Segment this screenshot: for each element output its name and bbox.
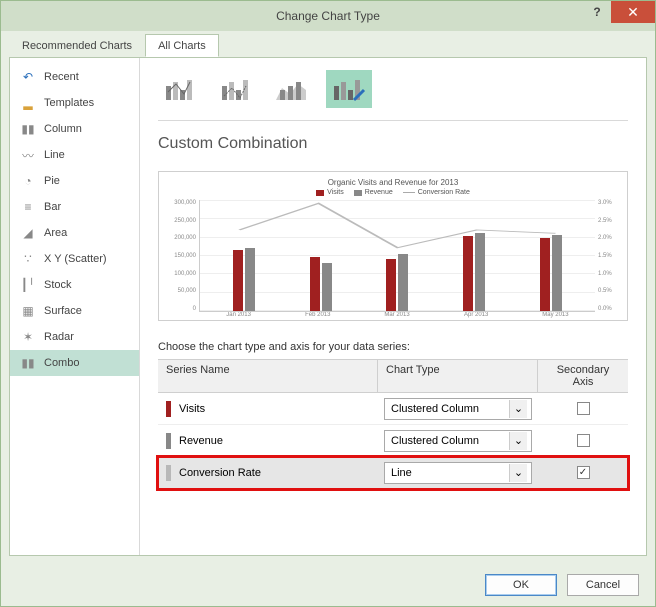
dialog-body: ↶ Recent ▂ Templates ▮▮ Column 〰 Line ◔ Pie ≡… [9, 57, 647, 556]
y-axis-secondary: 3.0% 2.5% 2.0% 1.5% 1.0% 0.5% 0.0% [595, 200, 617, 312]
dialog-window: Change Chart Type ? ✕ Recommended Charts… [0, 0, 656, 607]
surface-icon: ▦ [20, 303, 36, 319]
series-swatch [166, 433, 171, 449]
chevron-down-icon: ⌄ [509, 432, 527, 450]
series-name-label: Conversion Rate [179, 467, 261, 479]
combo-icon: ▮▮ [20, 355, 36, 371]
tab-all-charts[interactable]: All Charts [145, 34, 219, 57]
sidebar-item-label: Combo [44, 357, 79, 369]
cancel-button[interactable]: Cancel [567, 574, 639, 596]
tab-recommended[interactable]: Recommended Charts [9, 34, 145, 57]
secondary-axis-checkbox[interactable] [577, 434, 590, 447]
series-name-label: Visits [179, 403, 205, 415]
sidebar-item-radar[interactable]: ✶ Radar [10, 324, 139, 350]
series-grid: Series Name Chart Type Secondary Axis Vi… [158, 359, 628, 489]
secondary-axis-checkbox[interactable]: ✓ [577, 466, 590, 479]
subtype-clustered-column-line-secondary[interactable] [214, 70, 260, 108]
x-axis: Jan 2013 Feb 2013 Mar 2013 Apr 2013 May … [169, 312, 617, 318]
chevron-down-icon: ⌄ [509, 400, 527, 418]
sidebar-item-label: Stock [44, 279, 72, 291]
tabstrip: Recommended Charts All Charts [1, 31, 655, 57]
sidebar-item-combo[interactable]: ▮▮ Combo [10, 350, 139, 376]
series-row-visits: Visits Clustered Column⌄ [158, 393, 628, 425]
preview-legend: Visits Revenue Conversion Rate [169, 189, 617, 196]
choose-label: Choose the chart type and axis for your … [158, 341, 628, 353]
sidebar-item-label: Bar [44, 201, 61, 213]
sidebar-item-label: Line [44, 149, 65, 161]
titlebar: Change Chart Type ? ✕ [1, 1, 655, 31]
chevron-down-icon: ⌄ [509, 464, 527, 482]
sidebar-item-column[interactable]: ▮▮ Column [10, 116, 139, 142]
series-row-conversion-rate: Conversion Rate Line⌄ ✓ [158, 457, 628, 489]
sidebar-item-pie[interactable]: ◔ Pie [10, 168, 139, 194]
subtype-custom-combination[interactable] [326, 70, 372, 108]
sidebar-item-label: Recent [44, 71, 79, 83]
series-swatch [166, 401, 171, 417]
ok-button[interactable]: OK [485, 574, 557, 596]
series-swatch [166, 465, 171, 481]
legend-rate: Conversion Rate [403, 189, 470, 196]
stock-icon: ┃╵ [20, 277, 36, 293]
chart-type-dropdown[interactable]: Clustered Column⌄ [384, 398, 532, 420]
subtype-clustered-column-line[interactable] [158, 70, 204, 108]
sidebar-item-bar[interactable]: ≡ Bar [10, 194, 139, 220]
subtype-stacked-area-column[interactable] [270, 70, 316, 108]
sidebar-item-surface[interactable]: ▦ Surface [10, 298, 139, 324]
sidebar-item-stock[interactable]: ┃╵ Stock [10, 272, 139, 298]
sidebar-item-label: Area [44, 227, 67, 239]
chart-type-sidebar: ↶ Recent ▂ Templates ▮▮ Column 〰 Line ◔ Pie ≡… [10, 58, 140, 555]
footer: OK Cancel [1, 564, 655, 606]
radar-icon: ✶ [20, 329, 36, 345]
header-chart-type: Chart Type [378, 360, 538, 392]
divider [158, 120, 628, 121]
pie-icon: ◔ [20, 173, 36, 189]
main-panel: Custom Combination Organic Visits and Re… [140, 58, 646, 555]
preview-plot: 300,000 250,000 200,000 150,000 100,000 … [169, 200, 617, 312]
recent-icon: ↶ [20, 69, 36, 85]
series-row-revenue: Revenue Clustered Column⌄ [158, 425, 628, 457]
chart-preview: Organic Visits and Revenue for 2013 Visi… [158, 171, 628, 321]
help-button[interactable]: ? [583, 1, 611, 23]
header-secondary-axis: Secondary Axis [538, 360, 628, 392]
scatter-icon: ∵ [20, 251, 36, 267]
sidebar-item-label: Pie [44, 175, 60, 187]
preview-title: Organic Visits and Revenue for 2013 [169, 178, 617, 187]
templates-icon: ▂ [20, 95, 36, 111]
sidebar-item-line[interactable]: 〰 Line [10, 142, 139, 168]
sidebar-item-area[interactable]: ◢ Area [10, 220, 139, 246]
window-controls: ? ✕ [583, 1, 655, 23]
sidebar-item-templates[interactable]: ▂ Templates [10, 90, 139, 116]
series-name-label: Revenue [179, 435, 223, 447]
plot-area [199, 200, 595, 312]
header-series-name: Series Name [158, 360, 378, 392]
chart-type-dropdown[interactable]: Line⌄ [384, 462, 532, 484]
sidebar-item-scatter[interactable]: ∵ X Y (Scatter) [10, 246, 139, 272]
sidebar-item-label: Column [44, 123, 82, 135]
area-icon: ◢ [20, 225, 36, 241]
sidebar-item-recent[interactable]: ↶ Recent [10, 64, 139, 90]
sidebar-item-label: X Y (Scatter) [44, 253, 107, 265]
grid-header: Series Name Chart Type Secondary Axis [158, 360, 628, 393]
y-axis: 300,000 250,000 200,000 150,000 100,000 … [169, 200, 199, 312]
legend-revenue: Revenue [354, 189, 393, 196]
legend-visits: Visits [316, 189, 344, 196]
subtype-row [158, 70, 628, 108]
chart-type-dropdown[interactable]: Clustered Column⌄ [384, 430, 532, 452]
section-title: Custom Combination [158, 135, 628, 153]
bar-icon: ≡ [20, 199, 36, 215]
sidebar-item-label: Surface [44, 305, 82, 317]
secondary-axis-checkbox[interactable] [577, 402, 590, 415]
sidebar-item-label: Templates [44, 97, 94, 109]
sidebar-item-label: Radar [44, 331, 74, 343]
close-button[interactable]: ✕ [611, 1, 655, 23]
line-icon: 〰 [20, 147, 36, 163]
column-icon: ▮▮ [20, 121, 36, 137]
window-title: Change Chart Type [276, 9, 380, 23]
